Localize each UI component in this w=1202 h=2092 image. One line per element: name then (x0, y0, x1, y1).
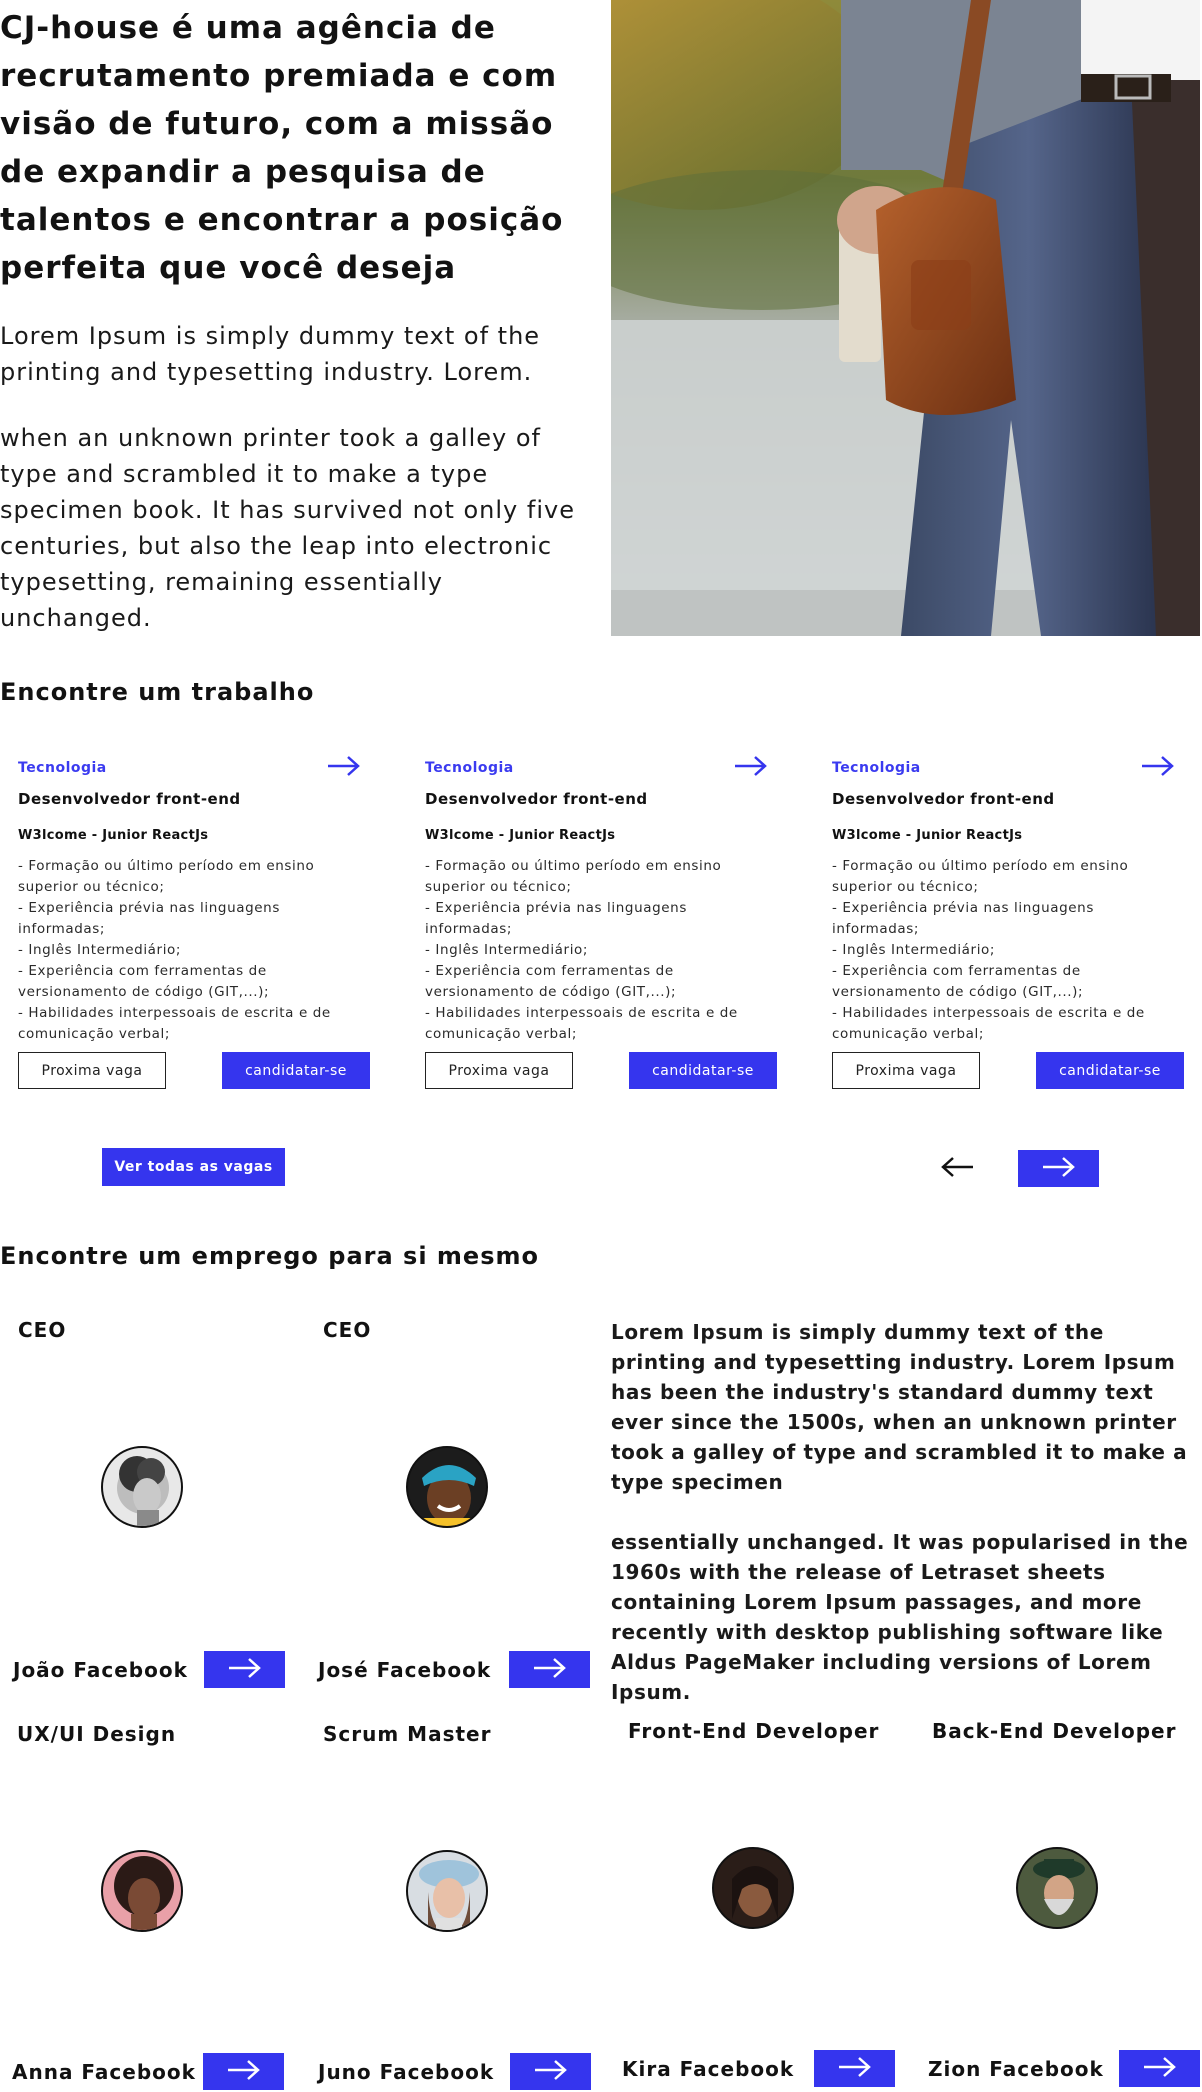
job-requirements: - Formação ou último período em ensino s… (18, 858, 331, 1042)
job-requirements: - Formação ou último período em ensino s… (425, 858, 738, 1042)
person-profile-button[interactable] (814, 2050, 895, 2087)
person-name: Anna Facebook (12, 2060, 196, 2084)
person-profile-button[interactable] (203, 2053, 284, 2090)
job-card: Tecnologia Desenvolvedor front-end W3lco… (814, 752, 1186, 1120)
avatar (712, 1847, 794, 1929)
job-requirements: - Formação ou último período em ensino s… (832, 858, 1145, 1042)
hero-image (611, 0, 1200, 636)
job-subtitle: W3lcome - Junior ReactJs (832, 828, 1023, 843)
person-profile-button[interactable] (1119, 2050, 1200, 2087)
previous-page-button[interactable] (935, 1150, 979, 1186)
avatar (101, 1850, 183, 1932)
job-card: Tecnologia Desenvolvedor front-end W3lco… (0, 752, 372, 1120)
arrow-right-icon (228, 1658, 261, 1678)
person-role: CEO (323, 1318, 372, 1342)
person-name: Kira Facebook (622, 2057, 795, 2081)
person-profile-button[interactable] (204, 1651, 285, 1688)
apply-button[interactable]: candidatar-se (1036, 1052, 1184, 1089)
avatar (101, 1446, 183, 1528)
person-profile-button[interactable] (510, 2053, 591, 2090)
job-subtitle: W3lcome - Junior ReactJs (425, 828, 616, 843)
arrow-right-icon[interactable] (733, 754, 769, 778)
people-section-title: Encontre um emprego para si mesmo (0, 1242, 539, 1270)
next-page-button[interactable] (1018, 1150, 1099, 1187)
person-card: UX/UI Design Anna Facebook (0, 1722, 300, 2092)
arrow-right-icon[interactable] (1140, 754, 1176, 778)
person-card: Back-End Developer Zion Facebook (914, 1719, 1202, 2092)
job-subtitle: W3lcome - Junior ReactJs (18, 828, 209, 843)
jobs-section-title: Encontre um trabalho (0, 678, 315, 706)
person-card: Front-End Developer Kira Facebook (610, 1719, 910, 2092)
hero-title: CJ-house é uma agência de recrutamento p… (0, 10, 564, 286)
person-name: João Facebook (13, 1658, 188, 1682)
hero-paragraph-2: when an unknown printer took a galley of… (0, 424, 575, 632)
description-paragraph-2: essentially unchanged. It was popularise… (611, 1530, 1189, 1704)
person-card: Scrum Master Juno Facebook (305, 1722, 605, 2092)
person-role: CEO (18, 1318, 67, 1342)
person-card: CEO João Facebook (0, 1318, 300, 1698)
next-job-button[interactable]: Proxima vaga (18, 1052, 166, 1089)
job-title: Desenvolvedor front-end (832, 790, 1055, 808)
job-category: Tecnologia (18, 760, 107, 776)
description-paragraph-1: Lorem Ipsum is simply dummy text of the … (611, 1320, 1188, 1494)
job-title: Desenvolvedor front-end (425, 790, 648, 808)
person-name: Zion Facebook (928, 2057, 1104, 2081)
apply-button[interactable]: candidatar-se (629, 1052, 777, 1089)
avatar (406, 1850, 488, 1932)
person-role: UX/UI Design (17, 1722, 177, 1746)
view-all-jobs-button[interactable]: Ver todas as vagas (102, 1148, 285, 1186)
people-description: Lorem Ipsum is simply dummy text of the … (611, 1317, 1201, 1707)
arrow-left-icon (941, 1156, 973, 1177)
job-category: Tecnologia (832, 760, 921, 776)
job-title: Desenvolvedor front-end (18, 790, 241, 808)
person-role: Back-End Developer (932, 1719, 1177, 1743)
next-job-button[interactable]: Proxima vaga (425, 1052, 573, 1089)
job-card: Tecnologia Desenvolvedor front-end W3lco… (407, 752, 779, 1120)
arrow-right-icon (533, 1658, 566, 1678)
next-job-button[interactable]: Proxima vaga (832, 1052, 980, 1089)
arrow-right-icon (227, 2060, 260, 2080)
avatar (1016, 1847, 1098, 1929)
arrow-right-icon (1042, 1157, 1075, 1177)
arrow-right-icon (534, 2060, 567, 2080)
person-name: Juno Facebook (318, 2060, 495, 2084)
arrow-right-icon (1143, 2057, 1176, 2077)
hero-paragraph-1: Lorem Ipsum is simply dummy text of the … (0, 322, 541, 386)
apply-button[interactable]: candidatar-se (222, 1052, 370, 1089)
person-role: Scrum Master (323, 1722, 492, 1746)
avatar (406, 1446, 488, 1528)
person-profile-button[interactable] (509, 1651, 590, 1688)
arrow-right-icon (838, 2057, 871, 2077)
job-category: Tecnologia (425, 760, 514, 776)
person-name: José Facebook (318, 1658, 492, 1682)
person-role: Front-End Developer (628, 1719, 880, 1743)
arrow-right-icon[interactable] (326, 754, 362, 778)
person-card: CEO José Facebook (305, 1318, 605, 1698)
